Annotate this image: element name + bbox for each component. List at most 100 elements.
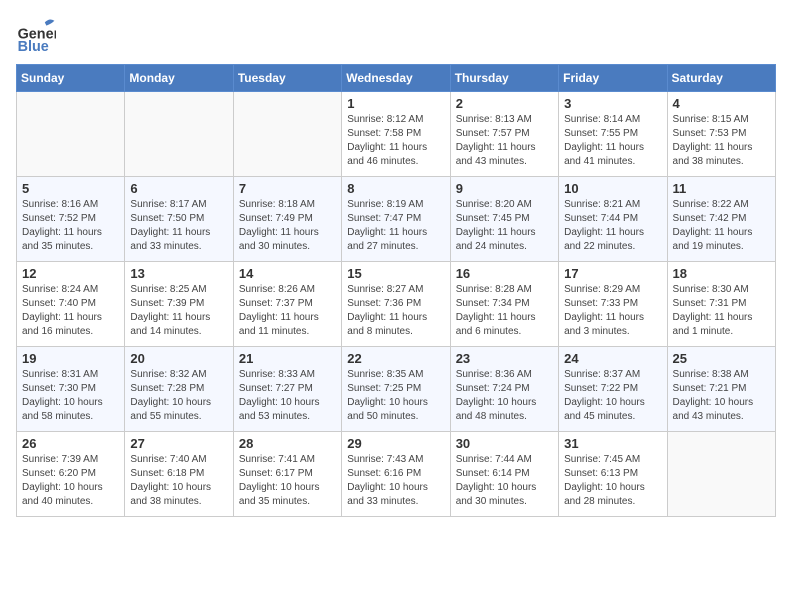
day-cell-6: 6 Sunrise: 8:17 AM Sunset: 7:50 PM Daylig… xyxy=(125,177,233,262)
day-info: Sunrise: 7:39 AM Sunset: 6:20 PM Dayligh… xyxy=(22,453,119,509)
day-info: Sunrise: 8:33 AM Sunset: 7:27 PM Dayligh… xyxy=(239,368,336,424)
day-cell-8: 8Sunrise: 8:19 AM Sunset: 7:47 PM Daylig… xyxy=(342,177,450,262)
week-row-1: 1 Sunrise: 8:12 AM Sunset: 7:58 PM Daylig… xyxy=(17,92,776,177)
day-cell-17: 17Sunrise: 8:29 AM Sunset: 7:33 PM Dayli… xyxy=(559,262,667,347)
day-number: 28 xyxy=(239,436,336,451)
day-cell-24: 24 Sunrise: 8:37 AM Sunset: 7:22 PM Dayli… xyxy=(559,347,667,432)
day-info: Sunrise: 8:18 AM Sunset: 7:49 PM Dayligh… xyxy=(239,198,336,254)
day-info: Sunrise: 8:17 AM Sunset: 7:50 PM Dayligh… xyxy=(130,198,227,254)
day-number: 27 xyxy=(130,436,227,451)
day-number: 25 xyxy=(673,351,770,366)
weekday-header-monday: Monday xyxy=(125,65,233,92)
day-number: 15 xyxy=(347,266,444,281)
day-cell-27: 27Sunrise: 7:40 AM Sunset: 6:18 PM Dayli… xyxy=(125,432,233,517)
day-info: Sunrise: 8:32 AM Sunset: 7:28 PM Dayligh… xyxy=(130,368,227,424)
day-info: Sunrise: 8:21 AM Sunset: 7:44 PM Dayligh… xyxy=(564,198,661,254)
day-info: Sunrise: 8:16 AM Sunset: 7:52 PM Dayligh… xyxy=(22,198,119,254)
day-number: 18 xyxy=(673,266,770,281)
day-info: Sunrise: 7:45 AM Sunset: 6:13 PM Dayligh… xyxy=(564,453,661,509)
day-number: 7 xyxy=(239,181,336,196)
day-cell-3: 3 Sunrise: 8:14 AM Sunset: 7:55 PM Daylig… xyxy=(559,92,667,177)
weekday-header-sunday: Sunday xyxy=(17,65,125,92)
day-number: 16 xyxy=(456,266,553,281)
day-info: Sunrise: 8:25 AM Sunset: 7:39 PM Dayligh… xyxy=(130,283,227,339)
week-row-4: 19Sunrise: 8:31 AM Sunset: 7:30 PM Dayli… xyxy=(17,347,776,432)
day-info: Sunrise: 8:20 AM Sunset: 7:45 PM Dayligh… xyxy=(456,198,553,254)
day-number: 4 xyxy=(673,96,770,111)
day-cell-4: 4 Sunrise: 8:15 AM Sunset: 7:53 PM Daylig… xyxy=(667,92,775,177)
day-cell-13: 13Sunrise: 8:25 AM Sunset: 7:39 PM Dayli… xyxy=(125,262,233,347)
day-cell-21: 21 Sunrise: 8:33 AM Sunset: 7:27 PM Dayli… xyxy=(233,347,341,432)
day-info: Sunrise: 8:28 AM Sunset: 7:34 PM Dayligh… xyxy=(456,283,553,339)
day-info: Sunrise: 8:27 AM Sunset: 7:36 PM Dayligh… xyxy=(347,283,444,339)
weekday-header-friday: Friday xyxy=(559,65,667,92)
day-info: Sunrise: 8:29 AM Sunset: 7:33 PM Dayligh… xyxy=(564,283,661,339)
day-number: 9 xyxy=(456,181,553,196)
empty-cell xyxy=(233,92,341,177)
page-header: General Blue xyxy=(16,16,776,56)
day-number: 24 xyxy=(564,351,661,366)
empty-cell xyxy=(667,432,775,517)
day-cell-25: 25 Sunrise: 8:38 AM Sunset: 7:21 PM Dayli… xyxy=(667,347,775,432)
day-number: 31 xyxy=(564,436,661,451)
day-number: 12 xyxy=(22,266,119,281)
logo-icon: General Blue xyxy=(16,16,56,56)
day-info: Sunrise: 8:38 AM Sunset: 7:21 PM Dayligh… xyxy=(673,368,770,424)
day-info: Sunrise: 8:30 AM Sunset: 7:31 PM Dayligh… xyxy=(673,283,770,339)
day-cell-31: 31 Sunrise: 7:45 AM Sunset: 6:13 PM Dayli… xyxy=(559,432,667,517)
calendar-table: SundayMondayTuesdayWednesdayThursdayFrid… xyxy=(16,64,776,517)
day-number: 10 xyxy=(564,181,661,196)
day-info: Sunrise: 8:37 AM Sunset: 7:22 PM Dayligh… xyxy=(564,368,661,424)
day-number: 2 xyxy=(456,96,553,111)
day-info: Sunrise: 8:35 AM Sunset: 7:25 PM Dayligh… xyxy=(347,368,444,424)
day-cell-14: 14 Sunrise: 8:26 AM Sunset: 7:37 PM Dayli… xyxy=(233,262,341,347)
day-cell-7: 7 Sunrise: 8:18 AM Sunset: 7:49 PM Daylig… xyxy=(233,177,341,262)
day-cell-19: 19Sunrise: 8:31 AM Sunset: 7:30 PM Dayli… xyxy=(17,347,125,432)
empty-cell xyxy=(17,92,125,177)
day-cell-20: 20 Sunrise: 8:32 AM Sunset: 7:28 PM Dayli… xyxy=(125,347,233,432)
day-number: 5 xyxy=(22,181,119,196)
day-number: 14 xyxy=(239,266,336,281)
day-cell-30: 30 Sunrise: 7:44 AM Sunset: 6:14 PM Dayli… xyxy=(450,432,558,517)
day-info: Sunrise: 7:44 AM Sunset: 6:14 PM Dayligh… xyxy=(456,453,553,509)
day-info: Sunrise: 7:43 AM Sunset: 6:16 PM Dayligh… xyxy=(347,453,444,509)
day-info: Sunrise: 8:26 AM Sunset: 7:37 PM Dayligh… xyxy=(239,283,336,339)
day-info: Sunrise: 8:14 AM Sunset: 7:55 PM Dayligh… xyxy=(564,113,661,169)
day-number: 6 xyxy=(130,181,227,196)
day-cell-10: 10 Sunrise: 8:21 AM Sunset: 7:44 PM Dayli… xyxy=(559,177,667,262)
weekday-header-tuesday: Tuesday xyxy=(233,65,341,92)
day-info: Sunrise: 8:22 AM Sunset: 7:42 PM Dayligh… xyxy=(673,198,770,254)
weekday-header-wednesday: Wednesday xyxy=(342,65,450,92)
day-info: Sunrise: 8:15 AM Sunset: 7:53 PM Dayligh… xyxy=(673,113,770,169)
day-cell-23: 23Sunrise: 8:36 AM Sunset: 7:24 PM Dayli… xyxy=(450,347,558,432)
week-row-3: 12Sunrise: 8:24 AM Sunset: 7:40 PM Dayli… xyxy=(17,262,776,347)
empty-cell xyxy=(125,92,233,177)
day-number: 3 xyxy=(564,96,661,111)
day-number: 29 xyxy=(347,436,444,451)
day-info: Sunrise: 8:13 AM Sunset: 7:57 PM Dayligh… xyxy=(456,113,553,169)
day-number: 1 xyxy=(347,96,444,111)
day-number: 30 xyxy=(456,436,553,451)
day-cell-26: 26 Sunrise: 7:39 AM Sunset: 6:20 PM Dayli… xyxy=(17,432,125,517)
day-info: Sunrise: 8:12 AM Sunset: 7:58 PM Dayligh… xyxy=(347,113,444,169)
day-cell-9: 9 Sunrise: 8:20 AM Sunset: 7:45 PM Daylig… xyxy=(450,177,558,262)
day-cell-12: 12Sunrise: 8:24 AM Sunset: 7:40 PM Dayli… xyxy=(17,262,125,347)
day-cell-28: 28 Sunrise: 7:41 AM Sunset: 6:17 PM Dayli… xyxy=(233,432,341,517)
day-number: 23 xyxy=(456,351,553,366)
day-number: 8 xyxy=(347,181,444,196)
day-cell-22: 22Sunrise: 8:35 AM Sunset: 7:25 PM Dayli… xyxy=(342,347,450,432)
day-cell-2: 2 Sunrise: 8:13 AM Sunset: 7:57 PM Daylig… xyxy=(450,92,558,177)
day-number: 21 xyxy=(239,351,336,366)
day-cell-5: 5 Sunrise: 8:16 AM Sunset: 7:52 PM Daylig… xyxy=(17,177,125,262)
weekday-header-saturday: Saturday xyxy=(667,65,775,92)
day-cell-16: 16 Sunrise: 8:28 AM Sunset: 7:34 PM Dayli… xyxy=(450,262,558,347)
day-cell-29: 29 Sunrise: 7:43 AM Sunset: 6:16 PM Dayli… xyxy=(342,432,450,517)
day-number: 11 xyxy=(673,181,770,196)
day-cell-15: 15 Sunrise: 8:27 AM Sunset: 7:36 PM Dayli… xyxy=(342,262,450,347)
day-cell-1: 1 Sunrise: 8:12 AM Sunset: 7:58 PM Daylig… xyxy=(342,92,450,177)
day-number: 26 xyxy=(22,436,119,451)
logo: General Blue xyxy=(16,16,56,56)
day-cell-11: 11 Sunrise: 8:22 AM Sunset: 7:42 PM Dayli… xyxy=(667,177,775,262)
day-number: 20 xyxy=(130,351,227,366)
day-info: Sunrise: 7:41 AM Sunset: 6:17 PM Dayligh… xyxy=(239,453,336,509)
